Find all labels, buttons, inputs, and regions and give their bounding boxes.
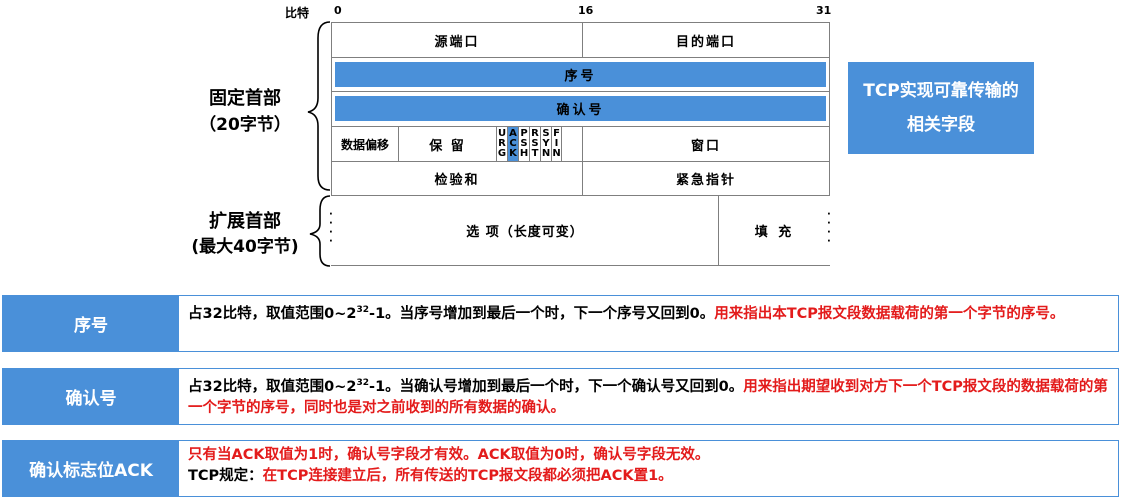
info-row-ack-number: 确认号 占32比特，取值范围0~232-1。当确认号增加到最后一个时，下一个确认… [2,368,1119,425]
ext-header-title: 扩展首部 [209,211,281,232]
info-text-part: -1。当确认号增加到最后一个时，下一个确认号又回到0。 [369,378,744,395]
info-row-seq: 序号 占32比特，取值范围0~232-1。当序号增加到最后一个时，下一个序号又回… [2,295,1119,352]
flag-letter: N [552,148,561,159]
ack-num-field: 确认号 [335,96,826,121]
info-rule-line: TCP规定：在TCP连接建立后，所有传送的TCP报文段都必须把ACK置1。 [188,466,1110,487]
reliable-fields-callout: TCP实现可靠传输的 相关字段 [848,62,1034,154]
flag-syn: S Y N [540,127,551,161]
options-field: 选 项（长度可变） [466,225,584,240]
checksum-field: 检验和 [331,161,583,196]
flag-letter: G [497,148,507,159]
info-text-part: 占32比特，取值范围0~2 [188,305,357,322]
flag-rst: R S T [529,127,540,161]
info-superscript: 32 [356,305,370,315]
window-field: 窗口 [582,126,830,162]
info-text-highlight: 在TCP连接建立后，所有传送的TCP报文段都必须把ACK置1。 [262,468,673,484]
fixed-header-brace [307,21,331,191]
callout-line1: TCP实现可靠传输的 [863,81,1019,101]
info-tag-seq: 序号 [3,296,179,351]
callout-line2: 相关字段 [907,115,975,135]
info-text-highlight: 用来指出本TCP报文段数据载荷的第一个字节的序号。 [714,305,1065,322]
data-offset-field: 数据偏移 [331,126,399,162]
flag-letter: T [531,148,539,159]
src-port-field: 源端口 [331,22,583,58]
options-right-dots: · · · · [827,209,831,247]
urgent-pointer-field: 紧急指针 [582,161,830,196]
flag-urg: U R G [496,127,507,161]
ext-header-size: (最大40字节) [191,237,299,257]
info-tag-ack-number: 确认号 [3,369,179,424]
reserved-field: 保 留 [398,126,497,162]
info-superscript: 32 [356,378,370,388]
seq-field: 序号 [335,62,826,87]
info-row-ack-flag: 确认标志位ACK 只有当ACK取值为1时，确认号字段才有效。ACK取值为0时，确… [2,440,1119,497]
flag-letter: K [509,148,517,159]
fixed-header-title: 固定首部 [209,88,281,109]
padding-field: 填 充 [754,225,795,240]
flag-fin: F I N [551,127,562,161]
flag-ack: A C K [507,127,518,161]
bit-0-label: 0 [334,4,342,17]
info-text-highlight: 只有当ACK取值为1时，确认号字段才有效。ACK取值为0时，确认号字段无效。 [188,447,710,463]
ext-header-brace [309,195,331,267]
flag-letter: H [519,148,529,159]
info-text-ack-flag: 只有当ACK取值为1时，确认号字段才有效。ACK取值为0时，确认号字段无效。 T… [188,445,1110,487]
info-text-part: 占32比特，取值范围0~2 [188,378,357,395]
info-text-part: TCP规定： [188,468,263,484]
bit-31-label: 31 [816,4,832,17]
options-left-dots: · · · · [329,209,333,247]
fixed-header-size: （20字节） [199,115,291,135]
info-text-seq: 占32比特，取值范围0~232-1。当序号增加到最后一个时，下一个序号又回到0。… [188,300,1110,325]
info-text-part: -1。当序号增加到最后一个时，下一个序号又回到0。 [369,305,715,322]
info-text-ack-number: 占32比特，取值范围0~232-1。当确认号增加到最后一个时，下一个确认号又回到… [188,373,1110,419]
info-tag-ack-flag: 确认标志位ACK [3,441,179,496]
flag-psh: P S H [518,127,529,161]
bit-16-label: 16 [578,4,594,17]
flag-letter: N [541,148,551,159]
dst-port-field: 目的端口 [582,22,830,58]
